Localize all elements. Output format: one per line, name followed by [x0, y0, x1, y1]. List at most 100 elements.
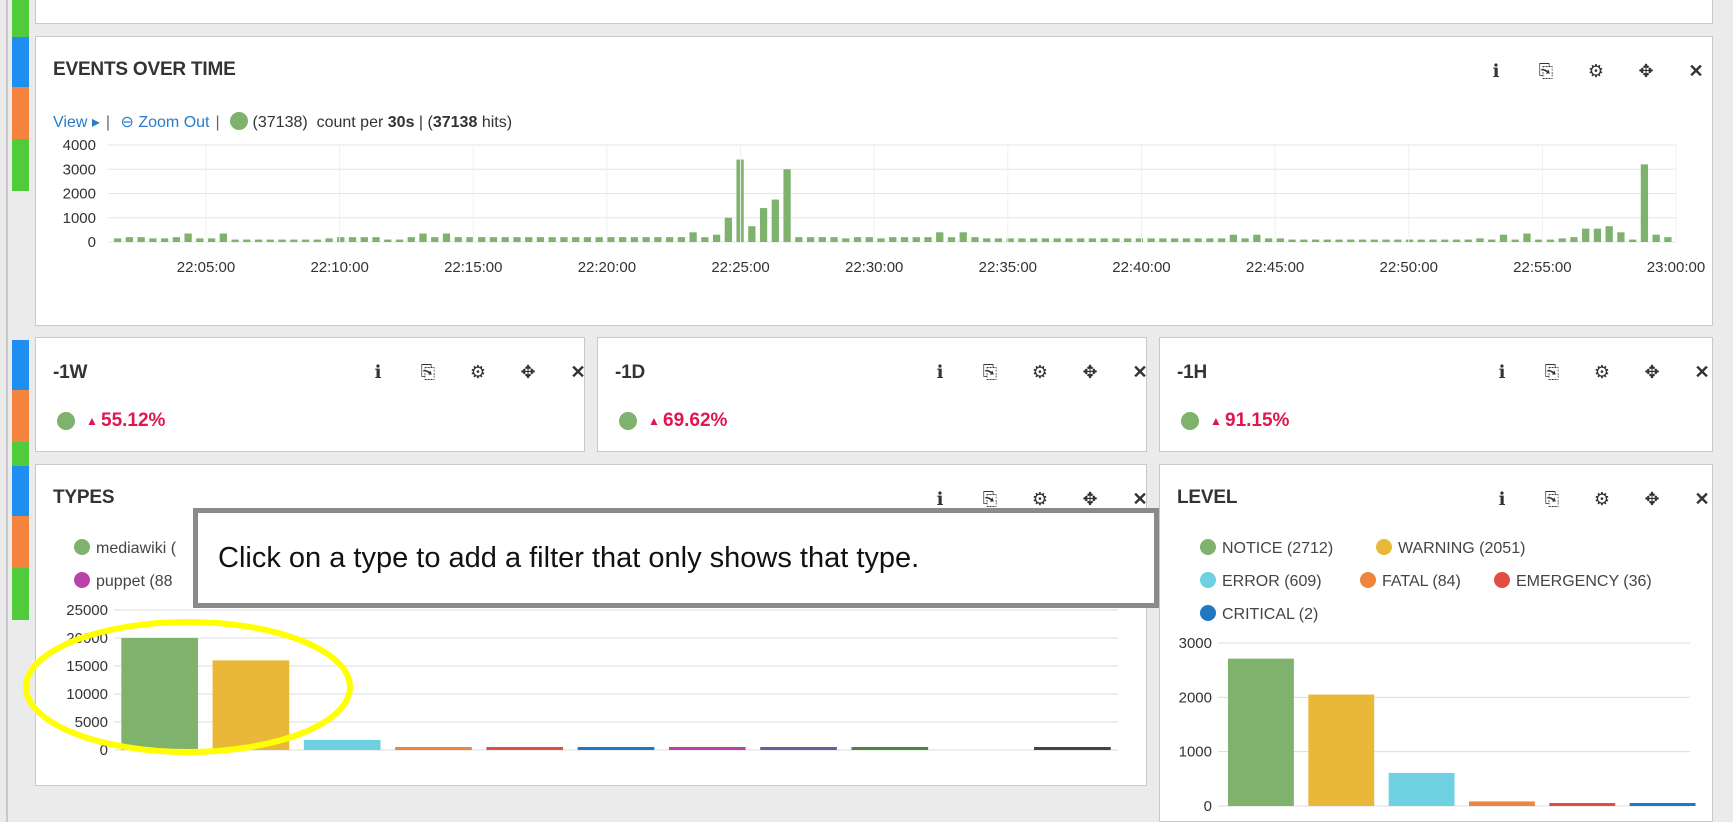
event-bar[interactable] [701, 237, 709, 242]
event-bar[interactable] [1206, 238, 1214, 242]
type-bar[interactable] [851, 747, 929, 750]
row-indicator-green[interactable] [12, 0, 29, 37]
move-icon[interactable]: ✥ [1621, 59, 1671, 83]
view-link[interactable]: View [53, 114, 87, 131]
level-legend-item-fatal[interactable]: FATAL (84) [1360, 572, 1461, 591]
event-bar[interactable] [407, 237, 415, 242]
level-legend-item-error[interactable]: ERROR (609) [1200, 572, 1322, 591]
event-bar[interactable] [1523, 233, 1531, 242]
event-bar[interactable] [853, 237, 862, 242]
type-bar[interactable] [121, 638, 198, 750]
row-indicator-blue[interactable] [12, 466, 29, 516]
event-bar[interactable] [243, 239, 251, 242]
event-bar[interactable] [1041, 238, 1050, 242]
event-bar[interactable] [1241, 238, 1249, 242]
event-bar[interactable] [806, 237, 815, 242]
event-bar[interactable] [419, 233, 427, 242]
event-bar[interactable] [1605, 226, 1613, 242]
event-bar[interactable] [1100, 238, 1108, 242]
event-bar[interactable] [1311, 239, 1320, 242]
close-icon[interactable]: ✕ [1115, 360, 1165, 384]
event-bar[interactable] [1124, 238, 1132, 242]
row-indicator-orange[interactable] [12, 516, 29, 568]
row-indicator-green[interactable] [12, 442, 29, 466]
zoom-out-icon[interactable]: ⊖ [120, 114, 133, 131]
type-bar[interactable] [577, 747, 655, 750]
level-bar[interactable] [1308, 694, 1375, 806]
event-bar[interactable] [207, 238, 216, 242]
event-bar[interactable] [642, 237, 650, 242]
level-chart[interactable]: 3000 2000 1000 0 [1160, 628, 1712, 818]
event-bar[interactable] [1276, 238, 1284, 242]
event-bar[interactable] [1499, 234, 1508, 242]
row-indicator-green[interactable] [12, 139, 29, 191]
gear-icon[interactable]: ⚙ [1015, 360, 1065, 384]
gear-icon[interactable]: ⚙ [1571, 59, 1621, 83]
event-bar[interactable] [889, 237, 897, 242]
event-bar[interactable] [748, 226, 756, 242]
event-bar[interactable] [936, 232, 944, 242]
copy-icon[interactable]: ⎘ [1527, 360, 1577, 384]
event-bar[interactable] [442, 233, 451, 242]
event-bar[interactable] [1077, 238, 1085, 242]
level-bar[interactable] [1388, 772, 1455, 806]
event-bar[interactable] [689, 232, 697, 242]
event-bar[interactable] [1405, 239, 1414, 242]
event-bar[interactable] [1358, 239, 1367, 242]
zoom-out-link[interactable]: Zoom Out [138, 114, 209, 131]
event-bar[interactable] [1147, 238, 1155, 242]
event-bar[interactable] [395, 239, 404, 242]
event-bar[interactable] [525, 237, 533, 242]
event-bar[interactable] [1323, 239, 1331, 242]
event-bar[interactable] [1535, 239, 1543, 242]
type-bar[interactable] [486, 747, 564, 750]
event-bar[interactable] [548, 237, 556, 242]
event-bar[interactable] [278, 239, 286, 242]
event-bar[interactable] [830, 237, 838, 242]
gear-icon[interactable]: ⚙ [453, 360, 503, 384]
event-bar[interactable] [1664, 237, 1672, 242]
close-icon[interactable]: ✕ [1677, 487, 1727, 511]
info-icon[interactable]: ℹ [915, 360, 965, 384]
event-bar[interactable] [1018, 238, 1026, 242]
event-bar[interactable] [1382, 239, 1390, 242]
event-bar[interactable] [1417, 239, 1425, 242]
event-bar[interactable] [184, 233, 192, 242]
event-bar[interactable] [266, 239, 274, 242]
event-bar[interactable] [360, 237, 368, 242]
event-bar[interactable] [654, 237, 662, 242]
types-legend-item-mediawiki[interactable]: mediawiki ( [74, 539, 176, 558]
event-bar[interactable] [1570, 237, 1578, 242]
row-indicator-green[interactable] [12, 568, 29, 620]
event-bar[interactable] [1112, 238, 1120, 242]
type-bar[interactable] [212, 660, 290, 750]
event-bar[interactable] [1441, 239, 1449, 242]
event-bar[interactable] [595, 237, 603, 242]
close-icon[interactable]: ✕ [1671, 59, 1721, 83]
event-bar[interactable] [560, 237, 568, 242]
event-bar[interactable] [231, 239, 239, 242]
type-bar[interactable] [395, 747, 472, 750]
event-bar[interactable] [1488, 239, 1496, 242]
event-bar[interactable] [372, 237, 380, 242]
event-bar[interactable] [877, 238, 885, 242]
type-bar[interactable] [303, 739, 381, 750]
close-icon[interactable]: ✕ [1677, 360, 1727, 384]
event-bar[interactable] [572, 237, 580, 242]
event-bar[interactable] [1300, 239, 1308, 242]
event-bar[interactable] [1170, 238, 1179, 242]
event-bar[interactable] [501, 237, 509, 242]
caret-right-icon[interactable]: ▸ [87, 114, 100, 131]
event-bar[interactable] [1335, 239, 1343, 242]
event-bar[interactable] [466, 237, 474, 242]
event-bar[interactable] [795, 237, 803, 242]
event-bar[interactable] [196, 238, 204, 242]
event-bar[interactable] [1652, 234, 1660, 242]
event-bar[interactable] [1546, 239, 1555, 242]
event-bar[interactable] [1194, 238, 1202, 242]
event-bar[interactable] [1617, 232, 1625, 242]
row-indicator-blue[interactable] [12, 340, 29, 390]
event-bar[interactable] [619, 237, 627, 242]
event-bar[interactable] [1464, 239, 1472, 242]
event-bar[interactable] [325, 238, 333, 242]
